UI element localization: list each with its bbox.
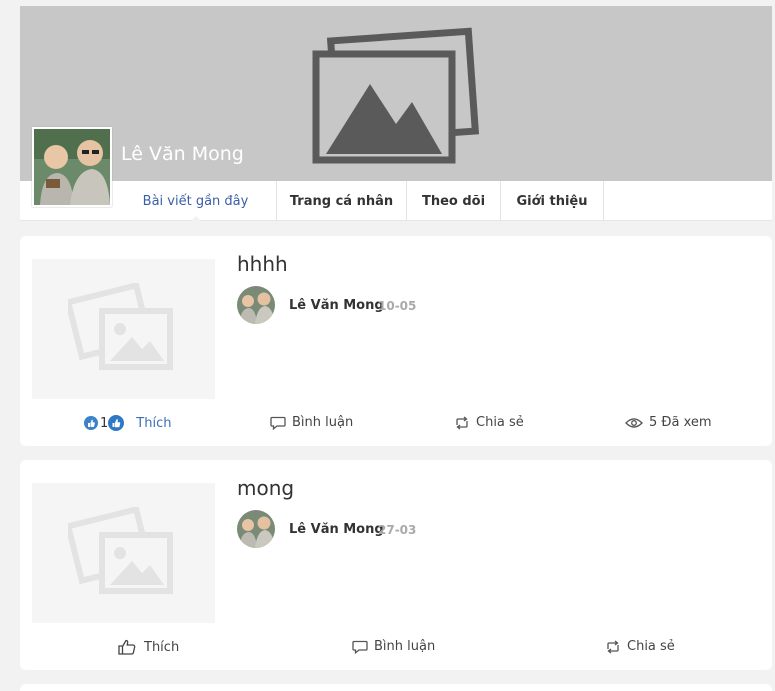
tab-personal-page[interactable]: Trang cá nhân	[277, 181, 407, 221]
views-label: 5 Đã xem	[649, 415, 712, 430]
like-reaction-icon	[84, 416, 98, 430]
image-placeholder-icon	[68, 283, 173, 370]
share-icon	[605, 639, 621, 654]
share-label: Chia sẻ	[476, 415, 524, 430]
comment-icon	[352, 640, 368, 654]
author-name[interactable]: Lê Văn Mong	[289, 522, 384, 537]
comment-button[interactable]: Bình luận	[270, 415, 353, 430]
post-date: 10-05	[378, 299, 417, 313]
post-card	[20, 684, 772, 691]
views-counter: 5 Đã xem	[625, 415, 712, 430]
like-button[interactable]: Thích	[118, 639, 179, 655]
share-button[interactable]: Chia sẻ	[605, 639, 675, 654]
thumbs-up-filled-icon	[108, 415, 125, 431]
profile-name: Lê Văn Mong	[121, 143, 244, 165]
author-name[interactable]: Lê Văn Mong	[289, 298, 384, 313]
profile-header: Lê Văn Mong Bài viết gần đây Trang cá nh…	[20, 6, 772, 222]
comment-label: Bình luận	[292, 415, 354, 430]
thumbs-up-outline-icon	[118, 639, 136, 655]
share-button[interactable]: Chia sẻ	[454, 415, 524, 430]
post-date: 27-03	[378, 523, 417, 537]
tab-recent-posts[interactable]: Bài viết gần đây	[115, 181, 277, 222]
tab-following[interactable]: Theo dõi	[407, 181, 501, 221]
post-card: mong Lê Văn Mong 27-03 Thích Bình luận C…	[20, 460, 772, 670]
comment-icon	[270, 416, 286, 430]
eye-icon	[625, 417, 643, 429]
share-icon	[454, 415, 470, 430]
post-title[interactable]: mong	[237, 476, 294, 500]
like-count: 1	[100, 415, 109, 431]
like-button[interactable]: 1 Thích	[84, 415, 171, 431]
tab-about[interactable]: Giới thiệu	[501, 181, 604, 221]
image-placeholder-icon	[68, 507, 173, 594]
comment-button[interactable]: Bình luận	[352, 639, 435, 654]
like-label: Thích	[144, 639, 180, 655]
cover-photo[interactable]: Lê Văn Mong	[20, 6, 772, 181]
post-title[interactable]: hhhh	[237, 252, 288, 276]
profile-tabs: Bài viết gần đây Trang cá nhân Theo dõi …	[20, 181, 772, 222]
share-label: Chia sẻ	[627, 639, 675, 654]
post-thumbnail[interactable]	[32, 259, 215, 399]
image-placeholder-icon	[312, 27, 480, 164]
comment-label: Bình luận	[374, 639, 436, 654]
author-avatar[interactable]	[237, 510, 275, 548]
post-thumbnail[interactable]	[32, 483, 215, 623]
post-card: hhhh Lê Văn Mong 10-05 1 Thích Bình luận…	[20, 236, 772, 446]
like-label: Thích	[136, 415, 172, 431]
author-avatar[interactable]	[237, 286, 275, 324]
